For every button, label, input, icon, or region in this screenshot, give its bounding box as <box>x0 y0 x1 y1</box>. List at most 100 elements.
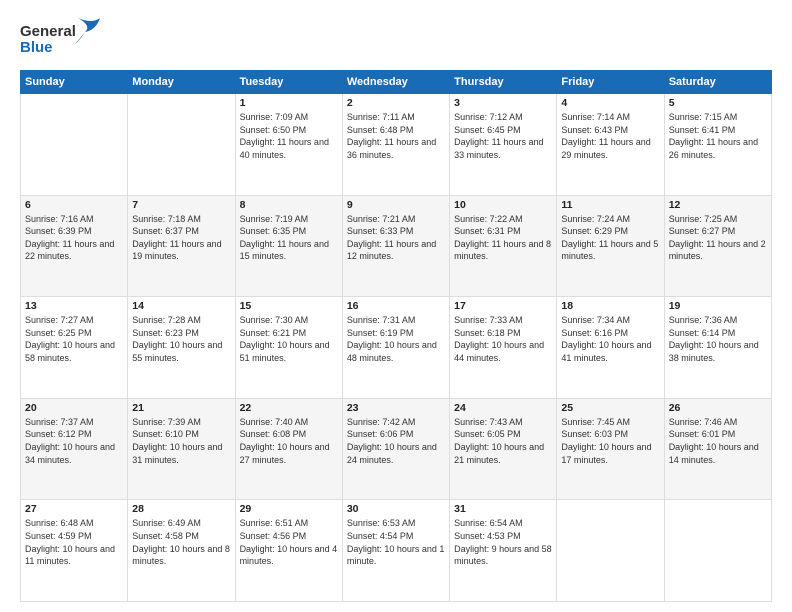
weekday-header-tuesday: Tuesday <box>235 71 342 94</box>
day-number: 30 <box>347 503 445 515</box>
calendar-cell: 28 Sunrise: 6:49 AMSunset: 4:58 PMDayligh… <box>128 500 235 602</box>
day-number: 24 <box>454 402 552 414</box>
calendar-table: SundayMondayTuesdayWednesdayThursdayFrid… <box>20 70 772 602</box>
cell-sun-info: Sunrise: 7:30 AMSunset: 6:21 PMDaylight:… <box>240 314 338 364</box>
cell-sun-info: Sunrise: 7:11 AMSunset: 6:48 PMDaylight:… <box>347 111 445 161</box>
calendar-cell: 16Sunrise: 7:31 AMSunset: 6:19 PMDayligh… <box>342 297 449 399</box>
weekday-header-row: SundayMondayTuesdayWednesdayThursdayFrid… <box>21 71 772 94</box>
cell-sun-info: Sunrise: 7:42 AMSunset: 6:06 PMDaylight:… <box>347 416 445 466</box>
calendar-cell: 12Sunrise: 7:25 AMSunset: 6:27 PMDayligh… <box>664 195 771 297</box>
calendar-cell: 9 Sunrise: 7:21 AMSunset: 6:33 PMDaylight… <box>342 195 449 297</box>
day-number: 2 <box>347 97 445 109</box>
day-number: 16 <box>347 300 445 312</box>
day-number: 5 <box>669 97 767 109</box>
calendar-week-row: 13 Sunrise: 7:27 AMSunset: 6:25 PMDayligh… <box>21 297 772 399</box>
page: General Blue SundayMondayTuesdayWednesda… <box>0 0 792 612</box>
calendar-cell: 27 Sunrise: 6:48 AMSunset: 4:59 PMDayligh… <box>21 500 128 602</box>
calendar-cell <box>664 500 771 602</box>
day-number: 14 <box>132 300 230 312</box>
header: General Blue <box>20 16 772 60</box>
calendar-cell: 4 Sunrise: 7:14 AMSunset: 6:43 PMDaylight… <box>557 94 664 196</box>
svg-text:General: General <box>20 23 76 40</box>
day-number: 4 <box>561 97 659 109</box>
weekday-header-thursday: Thursday <box>450 71 557 94</box>
calendar-cell: 10 Sunrise: 7:22 AMSunset: 6:31 PMDayligh… <box>450 195 557 297</box>
day-number: 17 <box>454 300 552 312</box>
day-number: 31 <box>454 503 552 515</box>
weekday-header-saturday: Saturday <box>664 71 771 94</box>
calendar-cell: 13 Sunrise: 7:27 AMSunset: 6:25 PMDayligh… <box>21 297 128 399</box>
day-number: 13 <box>25 300 123 312</box>
day-number: 7 <box>132 199 230 211</box>
day-number: 1 <box>240 97 338 109</box>
calendar-cell: 6Sunrise: 7:16 AMSunset: 6:39 PMDaylight… <box>21 195 128 297</box>
weekday-header-friday: Friday <box>557 71 664 94</box>
day-number: 26 <box>669 402 767 414</box>
day-number: 20 <box>25 402 123 414</box>
cell-sun-info: Sunrise: 7:12 AMSunset: 6:45 PMDaylight:… <box>454 111 552 161</box>
calendar-cell: 18Sunrise: 7:34 AMSunset: 6:16 PMDayligh… <box>557 297 664 399</box>
day-number: 29 <box>240 503 338 515</box>
day-number: 27 <box>25 503 123 515</box>
cell-sun-info: Sunrise: 7:37 AMSunset: 6:12 PMDaylight:… <box>25 416 123 466</box>
calendar-cell: 22Sunrise: 7:40 AMSunset: 6:08 PMDayligh… <box>235 398 342 500</box>
svg-text:Blue: Blue <box>20 39 53 56</box>
logo-svg: General Blue <box>20 16 110 60</box>
day-number: 10 <box>454 199 552 211</box>
cell-sun-info: Sunrise: 6:54 AMSunset: 4:53 PMDaylight:… <box>454 517 552 567</box>
calendar-week-row: 27 Sunrise: 6:48 AMSunset: 4:59 PMDayligh… <box>21 500 772 602</box>
cell-sun-info: Sunrise: 7:19 AMSunset: 6:35 PMDaylight:… <box>240 213 338 263</box>
cell-sun-info: Sunrise: 7:40 AMSunset: 6:08 PMDaylight:… <box>240 416 338 466</box>
calendar-week-row: 20 Sunrise: 7:37 AMSunset: 6:12 PMDayligh… <box>21 398 772 500</box>
cell-sun-info: Sunrise: 7:43 AMSunset: 6:05 PMDaylight:… <box>454 416 552 466</box>
day-number: 15 <box>240 300 338 312</box>
calendar-cell: 30 Sunrise: 6:53 AMSunset: 4:54 PMDayligh… <box>342 500 449 602</box>
cell-sun-info: Sunrise: 7:14 AMSunset: 6:43 PMDaylight:… <box>561 111 659 161</box>
day-number: 12 <box>669 199 767 211</box>
calendar-cell: 26Sunrise: 7:46 AMSunset: 6:01 PMDayligh… <box>664 398 771 500</box>
cell-sun-info: Sunrise: 7:45 AMSunset: 6:03 PMDaylight:… <box>561 416 659 466</box>
cell-sun-info: Sunrise: 6:48 AMSunset: 4:59 PMDaylight:… <box>25 517 123 567</box>
weekday-header-monday: Monday <box>128 71 235 94</box>
calendar-cell <box>128 94 235 196</box>
cell-sun-info: Sunrise: 7:18 AMSunset: 6:37 PMDaylight:… <box>132 213 230 263</box>
calendar-cell: 1 Sunrise: 7:09 AMSunset: 6:50 PMDaylight… <box>235 94 342 196</box>
calendar-cell: 8 Sunrise: 7:19 AMSunset: 6:35 PMDaylight… <box>235 195 342 297</box>
cell-sun-info: Sunrise: 6:51 AMSunset: 4:56 PMDaylight:… <box>240 517 338 567</box>
day-number: 21 <box>132 402 230 414</box>
day-number: 11 <box>561 199 659 211</box>
calendar-week-row: 6Sunrise: 7:16 AMSunset: 6:39 PMDaylight… <box>21 195 772 297</box>
cell-sun-info: Sunrise: 7:15 AMSunset: 6:41 PMDaylight:… <box>669 111 767 161</box>
day-number: 28 <box>132 503 230 515</box>
weekday-header-sunday: Sunday <box>21 71 128 94</box>
calendar-cell: 2 Sunrise: 7:11 AMSunset: 6:48 PMDaylight… <box>342 94 449 196</box>
weekday-header-wednesday: Wednesday <box>342 71 449 94</box>
calendar-cell: 20 Sunrise: 7:37 AMSunset: 6:12 PMDayligh… <box>21 398 128 500</box>
cell-sun-info: Sunrise: 7:21 AMSunset: 6:33 PMDaylight:… <box>347 213 445 263</box>
calendar-cell: 3Sunrise: 7:12 AMSunset: 6:45 PMDaylight… <box>450 94 557 196</box>
cell-sun-info: Sunrise: 7:09 AMSunset: 6:50 PMDaylight:… <box>240 111 338 161</box>
calendar-cell: 21 Sunrise: 7:39 AMSunset: 6:10 PMDayligh… <box>128 398 235 500</box>
calendar-cell: 11Sunrise: 7:24 AMSunset: 6:29 PMDayligh… <box>557 195 664 297</box>
cell-sun-info: Sunrise: 7:22 AMSunset: 6:31 PMDaylight:… <box>454 213 552 263</box>
day-number: 23 <box>347 402 445 414</box>
calendar-cell: 7 Sunrise: 7:18 AMSunset: 6:37 PMDaylight… <box>128 195 235 297</box>
cell-sun-info: Sunrise: 7:34 AMSunset: 6:16 PMDaylight:… <box>561 314 659 364</box>
calendar-cell: 29 Sunrise: 6:51 AMSunset: 4:56 PMDayligh… <box>235 500 342 602</box>
calendar-cell <box>21 94 128 196</box>
calendar-cell <box>557 500 664 602</box>
day-number: 19 <box>669 300 767 312</box>
day-number: 9 <box>347 199 445 211</box>
calendar-week-row: 1 Sunrise: 7:09 AMSunset: 6:50 PMDaylight… <box>21 94 772 196</box>
calendar-cell: 23 Sunrise: 7:42 AMSunset: 6:06 PMDayligh… <box>342 398 449 500</box>
day-number: 8 <box>240 199 338 211</box>
cell-sun-info: Sunrise: 7:28 AMSunset: 6:23 PMDaylight:… <box>132 314 230 364</box>
calendar-cell: 15 Sunrise: 7:30 AMSunset: 6:21 PMDayligh… <box>235 297 342 399</box>
cell-sun-info: Sunrise: 7:39 AMSunset: 6:10 PMDaylight:… <box>132 416 230 466</box>
calendar-cell: 25Sunrise: 7:45 AMSunset: 6:03 PMDayligh… <box>557 398 664 500</box>
cell-sun-info: Sunrise: 6:49 AMSunset: 4:58 PMDaylight:… <box>132 517 230 567</box>
calendar-cell: 24 Sunrise: 7:43 AMSunset: 6:05 PMDayligh… <box>450 398 557 500</box>
cell-sun-info: Sunrise: 7:27 AMSunset: 6:25 PMDaylight:… <box>25 314 123 364</box>
cell-sun-info: Sunrise: 6:53 AMSunset: 4:54 PMDaylight:… <box>347 517 445 567</box>
cell-sun-info: Sunrise: 7:33 AMSunset: 6:18 PMDaylight:… <box>454 314 552 364</box>
